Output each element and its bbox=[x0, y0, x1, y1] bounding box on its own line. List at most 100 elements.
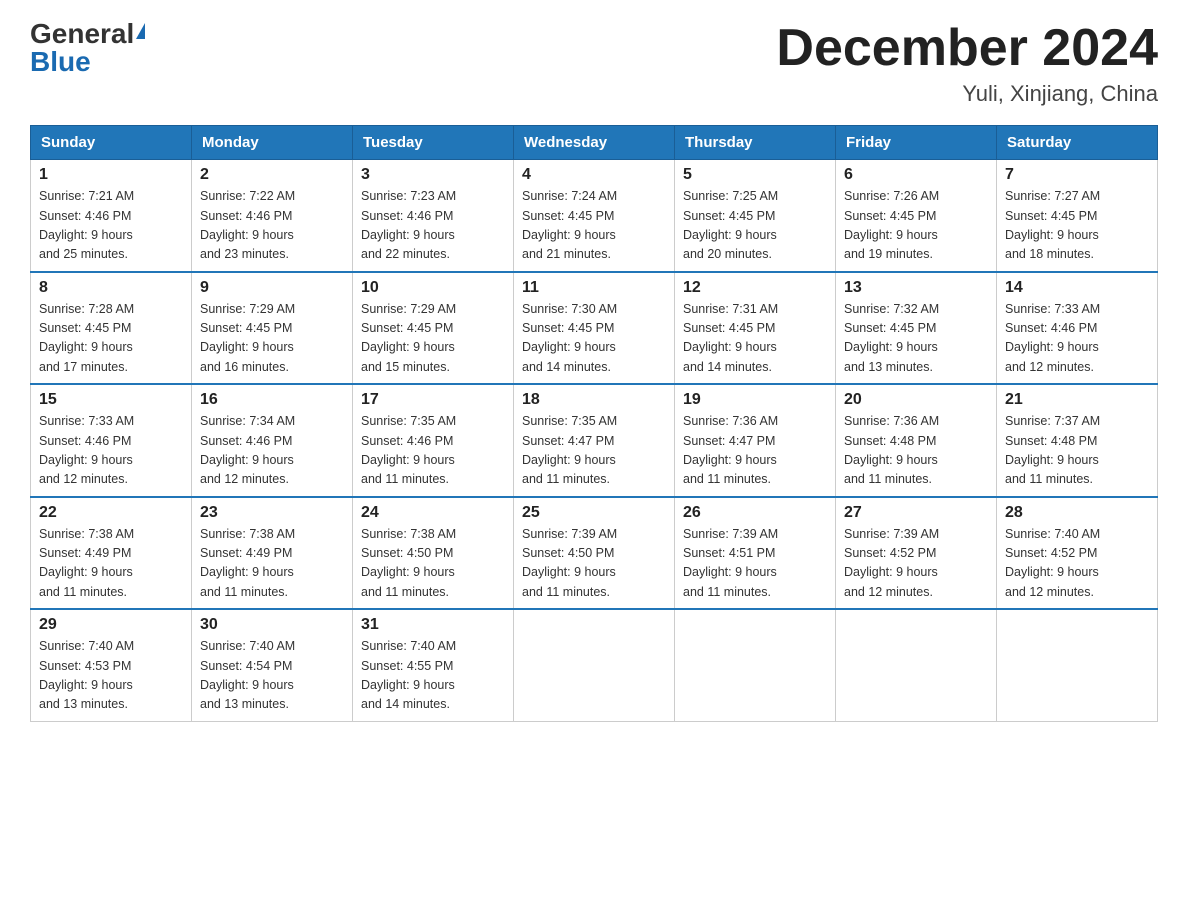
calendar-cell: 11 Sunrise: 7:30 AMSunset: 4:45 PMDayligh… bbox=[514, 272, 675, 385]
day-number: 30 bbox=[200, 616, 344, 634]
calendar-week-row: 15 Sunrise: 7:33 AMSunset: 4:46 PMDayligh… bbox=[31, 384, 1158, 497]
day-info: Sunrise: 7:33 AMSunset: 4:46 PMDaylight:… bbox=[39, 412, 183, 490]
calendar-cell: 10Sunrise: 7:29 AMSunset: 4:45 PMDayligh… bbox=[353, 272, 514, 385]
calendar-cell: 23 Sunrise: 7:38 AMSunset: 4:49 PMDayligh… bbox=[192, 497, 353, 610]
calendar-day-header: Saturday bbox=[997, 126, 1158, 160]
day-number: 23 bbox=[200, 504, 344, 522]
day-number: 15 bbox=[39, 391, 183, 409]
day-number: 12 bbox=[683, 279, 827, 297]
day-info: Sunrise: 7:39 AMSunset: 4:50 PMDaylight:… bbox=[522, 525, 666, 603]
calendar-cell: 15 Sunrise: 7:33 AMSunset: 4:46 PMDayligh… bbox=[31, 384, 192, 497]
day-number: 20 bbox=[844, 391, 988, 409]
calendar-cell: 3Sunrise: 7:23 AMSunset: 4:46 PMDaylight… bbox=[353, 160, 514, 272]
day-info: Sunrise: 7:40 AMSunset: 4:53 PMDaylight:… bbox=[39, 637, 183, 715]
calendar-cell: 28 Sunrise: 7:40 AMSunset: 4:52 PMDayligh… bbox=[997, 497, 1158, 610]
calendar-day-header: Wednesday bbox=[514, 126, 675, 160]
day-number: 6 bbox=[844, 166, 988, 184]
calendar-cell: 2Sunrise: 7:22 AMSunset: 4:46 PMDaylight… bbox=[192, 160, 353, 272]
calendar-cell: 9Sunrise: 7:29 AMSunset: 4:45 PMDaylight… bbox=[192, 272, 353, 385]
day-number: 1 bbox=[39, 166, 183, 184]
title-area: December 2024 Yuli, Xinjiang, China bbox=[776, 20, 1158, 107]
day-info: Sunrise: 7:35 AMSunset: 4:46 PMDaylight:… bbox=[361, 412, 505, 490]
calendar-cell: 8Sunrise: 7:28 AMSunset: 4:45 PMDaylight… bbox=[31, 272, 192, 385]
day-number: 8 bbox=[39, 279, 183, 297]
day-info: Sunrise: 7:31 AMSunset: 4:45 PMDaylight:… bbox=[683, 300, 827, 378]
day-number: 4 bbox=[522, 166, 666, 184]
logo: General Blue bbox=[30, 20, 145, 76]
calendar-cell: 26 Sunrise: 7:39 AMSunset: 4:51 PMDayligh… bbox=[675, 497, 836, 610]
day-number: 11 bbox=[522, 279, 666, 297]
day-number: 27 bbox=[844, 504, 988, 522]
day-info: Sunrise: 7:37 AMSunset: 4:48 PMDaylight:… bbox=[1005, 412, 1149, 490]
calendar-cell: 5 Sunrise: 7:25 AMSunset: 4:45 PMDaylight… bbox=[675, 160, 836, 272]
calendar-cell: 29 Sunrise: 7:40 AMSunset: 4:53 PMDayligh… bbox=[31, 609, 192, 721]
day-info: Sunrise: 7:40 AMSunset: 4:55 PMDaylight:… bbox=[361, 637, 505, 715]
day-number: 13 bbox=[844, 279, 988, 297]
calendar-cell bbox=[675, 609, 836, 721]
calendar-cell: 4 Sunrise: 7:24 AMSunset: 4:45 PMDaylight… bbox=[514, 160, 675, 272]
day-info: Sunrise: 7:36 AMSunset: 4:48 PMDaylight:… bbox=[844, 412, 988, 490]
day-number: 19 bbox=[683, 391, 827, 409]
calendar-week-row: 8Sunrise: 7:28 AMSunset: 4:45 PMDaylight… bbox=[31, 272, 1158, 385]
day-number: 9 bbox=[200, 279, 344, 297]
day-info: Sunrise: 7:36 AMSunset: 4:47 PMDaylight:… bbox=[683, 412, 827, 490]
day-info: Sunrise: 7:35 AMSunset: 4:47 PMDaylight:… bbox=[522, 412, 666, 490]
day-info: Sunrise: 7:30 AMSunset: 4:45 PMDaylight:… bbox=[522, 300, 666, 378]
calendar-cell: 17 Sunrise: 7:35 AMSunset: 4:46 PMDayligh… bbox=[353, 384, 514, 497]
day-number: 18 bbox=[522, 391, 666, 409]
calendar-cell bbox=[997, 609, 1158, 721]
calendar-day-header: Tuesday bbox=[353, 126, 514, 160]
calendar-cell: 27Sunrise: 7:39 AMSunset: 4:52 PMDayligh… bbox=[836, 497, 997, 610]
day-number: 7 bbox=[1005, 166, 1149, 184]
calendar-header-row: SundayMondayTuesdayWednesdayThursdayFrid… bbox=[31, 126, 1158, 160]
day-number: 16 bbox=[200, 391, 344, 409]
calendar-cell: 1 Sunrise: 7:21 AMSunset: 4:46 PMDaylight… bbox=[31, 160, 192, 272]
calendar-cell: 13 Sunrise: 7:32 AMSunset: 4:45 PMDayligh… bbox=[836, 272, 997, 385]
logo-general-text: General bbox=[30, 20, 134, 48]
calendar-table: SundayMondayTuesdayWednesdayThursdayFrid… bbox=[30, 125, 1158, 722]
day-info: Sunrise: 7:26 AMSunset: 4:45 PMDaylight:… bbox=[844, 187, 988, 265]
page-header: General Blue December 2024 Yuli, Xinjian… bbox=[30, 20, 1158, 107]
calendar-day-header: Thursday bbox=[675, 126, 836, 160]
calendar-cell: 6 Sunrise: 7:26 AMSunset: 4:45 PMDaylight… bbox=[836, 160, 997, 272]
calendar-week-row: 22 Sunrise: 7:38 AMSunset: 4:49 PMDayligh… bbox=[31, 497, 1158, 610]
location-text: Yuli, Xinjiang, China bbox=[776, 81, 1158, 107]
calendar-cell: 21Sunrise: 7:37 AMSunset: 4:48 PMDayligh… bbox=[997, 384, 1158, 497]
day-info: Sunrise: 7:24 AMSunset: 4:45 PMDaylight:… bbox=[522, 187, 666, 265]
day-info: Sunrise: 7:32 AMSunset: 4:45 PMDaylight:… bbox=[844, 300, 988, 378]
day-number: 28 bbox=[1005, 504, 1149, 522]
day-number: 26 bbox=[683, 504, 827, 522]
month-title: December 2024 bbox=[776, 20, 1158, 77]
calendar-cell: 18 Sunrise: 7:35 AMSunset: 4:47 PMDayligh… bbox=[514, 384, 675, 497]
day-number: 3 bbox=[361, 166, 505, 184]
calendar-cell: 25Sunrise: 7:39 AMSunset: 4:50 PMDayligh… bbox=[514, 497, 675, 610]
day-number: 10 bbox=[361, 279, 505, 297]
day-number: 31 bbox=[361, 616, 505, 634]
day-info: Sunrise: 7:25 AMSunset: 4:45 PMDaylight:… bbox=[683, 187, 827, 265]
calendar-cell: 14 Sunrise: 7:33 AMSunset: 4:46 PMDayligh… bbox=[997, 272, 1158, 385]
calendar-day-header: Friday bbox=[836, 126, 997, 160]
day-number: 29 bbox=[39, 616, 183, 634]
calendar-cell: 22 Sunrise: 7:38 AMSunset: 4:49 PMDayligh… bbox=[31, 497, 192, 610]
calendar-cell: 16 Sunrise: 7:34 AMSunset: 4:46 PMDayligh… bbox=[192, 384, 353, 497]
day-number: 22 bbox=[39, 504, 183, 522]
day-info: Sunrise: 7:34 AMSunset: 4:46 PMDaylight:… bbox=[200, 412, 344, 490]
day-info: Sunrise: 7:38 AMSunset: 4:49 PMDaylight:… bbox=[39, 525, 183, 603]
day-info: Sunrise: 7:38 AMSunset: 4:49 PMDaylight:… bbox=[200, 525, 344, 603]
calendar-cell: 20 Sunrise: 7:36 AMSunset: 4:48 PMDayligh… bbox=[836, 384, 997, 497]
calendar-cell: 24Sunrise: 7:38 AMSunset: 4:50 PMDayligh… bbox=[353, 497, 514, 610]
logo-blue-text: Blue bbox=[30, 48, 91, 76]
day-info: Sunrise: 7:21 AMSunset: 4:46 PMDaylight:… bbox=[39, 187, 183, 265]
day-info: Sunrise: 7:22 AMSunset: 4:46 PMDaylight:… bbox=[200, 187, 344, 265]
day-info: Sunrise: 7:40 AMSunset: 4:52 PMDaylight:… bbox=[1005, 525, 1149, 603]
calendar-cell: 30 Sunrise: 7:40 AMSunset: 4:54 PMDayligh… bbox=[192, 609, 353, 721]
day-info: Sunrise: 7:39 AMSunset: 4:51 PMDaylight:… bbox=[683, 525, 827, 603]
day-number: 14 bbox=[1005, 279, 1149, 297]
logo-triangle-icon bbox=[136, 23, 145, 39]
day-number: 17 bbox=[361, 391, 505, 409]
day-info: Sunrise: 7:40 AMSunset: 4:54 PMDaylight:… bbox=[200, 637, 344, 715]
day-number: 5 bbox=[683, 166, 827, 184]
day-info: Sunrise: 7:33 AMSunset: 4:46 PMDaylight:… bbox=[1005, 300, 1149, 378]
calendar-week-row: 1 Sunrise: 7:21 AMSunset: 4:46 PMDaylight… bbox=[31, 160, 1158, 272]
day-info: Sunrise: 7:27 AMSunset: 4:45 PMDaylight:… bbox=[1005, 187, 1149, 265]
